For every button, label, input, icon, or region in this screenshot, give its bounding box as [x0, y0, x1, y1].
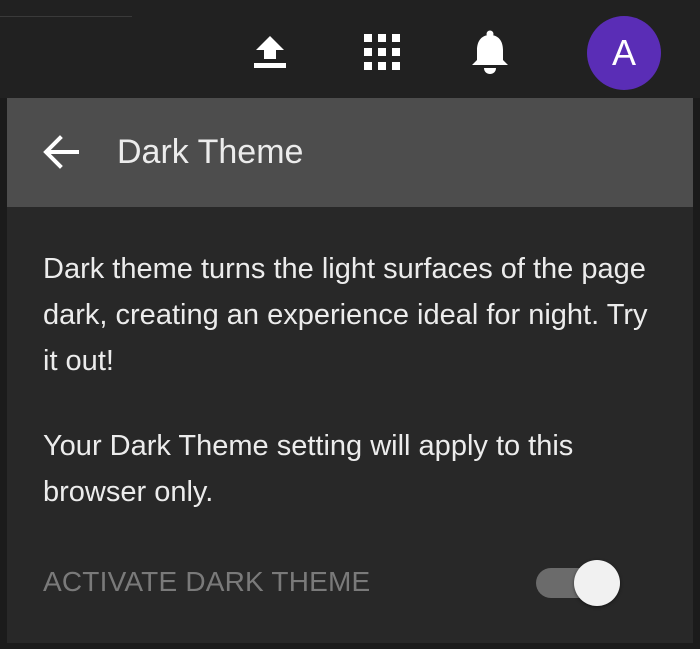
- panel-title: Dark Theme: [117, 133, 304, 171]
- avatar[interactable]: A: [587, 16, 661, 90]
- search-box-edge: [0, 16, 132, 17]
- top-bar: A: [0, 0, 700, 98]
- toggle-knob[interactable]: [574, 560, 620, 606]
- bell-icon: [472, 30, 508, 74]
- notifications-button[interactable]: [460, 22, 520, 82]
- activate-dark-theme-label: ACTIVATE DARK THEME: [43, 566, 371, 597]
- arrow-left-icon: [43, 135, 79, 169]
- upload-button[interactable]: [240, 22, 300, 82]
- panel-header: Dark Theme: [7, 98, 693, 207]
- dark-theme-panel: Dark Theme Dark theme turns the light su…: [7, 98, 693, 643]
- dark-theme-description: Dark theme turns the light surfaces of t…: [43, 253, 648, 377]
- apps-button[interactable]: [352, 22, 412, 82]
- dark-theme-toggle[interactable]: [534, 560, 622, 606]
- back-button[interactable]: [34, 125, 88, 179]
- avatar-letter: A: [611, 32, 636, 73]
- dark-theme-note: Your Dark Theme setting will apply to th…: [43, 430, 574, 508]
- apps-grid-icon: [364, 34, 400, 70]
- upload-icon: [254, 36, 286, 68]
